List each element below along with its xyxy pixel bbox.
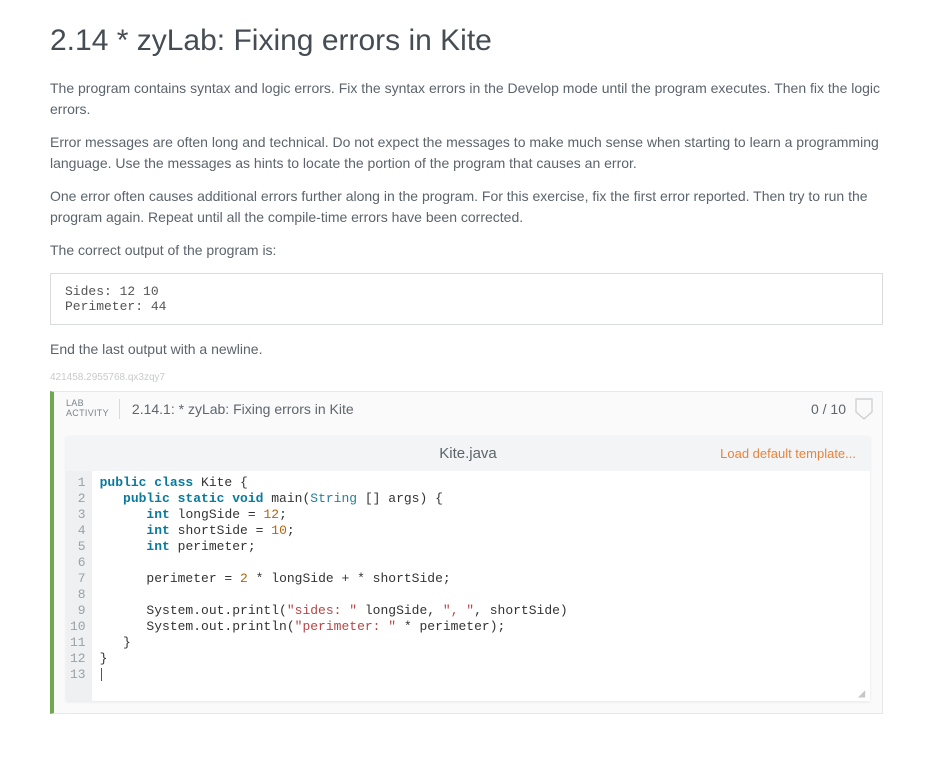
lab-label-line2: ACTIVITY <box>66 409 109 419</box>
code-content[interactable]: public class Kite { public static void m… <box>92 471 870 701</box>
shield-icon <box>854 398 874 420</box>
intro-paragraph-1: The program contains syntax and logic er… <box>50 78 883 120</box>
intro-paragraph-3: One error often causes additional errors… <box>50 186 883 228</box>
load-default-template-link[interactable]: Load default template... <box>720 446 856 461</box>
lab-activity-box: LAB ACTIVITY 2.14.1: * zyLab: Fixing err… <box>50 391 883 714</box>
activity-score: 0 / 10 <box>811 401 846 417</box>
editor-filename: Kite.java <box>439 445 497 462</box>
page-title: 2.14 * zyLab: Fixing errors in Kite <box>50 24 883 58</box>
intro-paragraph-4: The correct output of the program is: <box>50 240 883 261</box>
activity-title: 2.14.1: * zyLab: Fixing errors in Kite <box>132 401 811 417</box>
editor-header: Kite.java Load default template... <box>66 436 870 471</box>
intro-paragraph-5: End the last output with a newline. <box>50 339 883 360</box>
line-number-gutter: 1 2 3 4 5 6 7 8 9 10 11 12 13 <box>66 471 92 701</box>
expected-output: Sides: 12 10 Perimeter: 44 <box>50 273 883 325</box>
code-editor[interactable]: 1 2 3 4 5 6 7 8 9 10 11 12 13 public cla… <box>66 471 870 701</box>
activity-header: LAB ACTIVITY 2.14.1: * zyLab: Fixing err… <box>54 392 882 426</box>
lab-activity-label: LAB ACTIVITY <box>66 399 120 419</box>
watermark-id: 421458.2955768.qx3zqy7 <box>50 372 883 383</box>
intro-paragraph-2: Error messages are often long and techni… <box>50 132 883 174</box>
code-editor-card: Kite.java Load default template... 1 2 3… <box>66 436 870 701</box>
